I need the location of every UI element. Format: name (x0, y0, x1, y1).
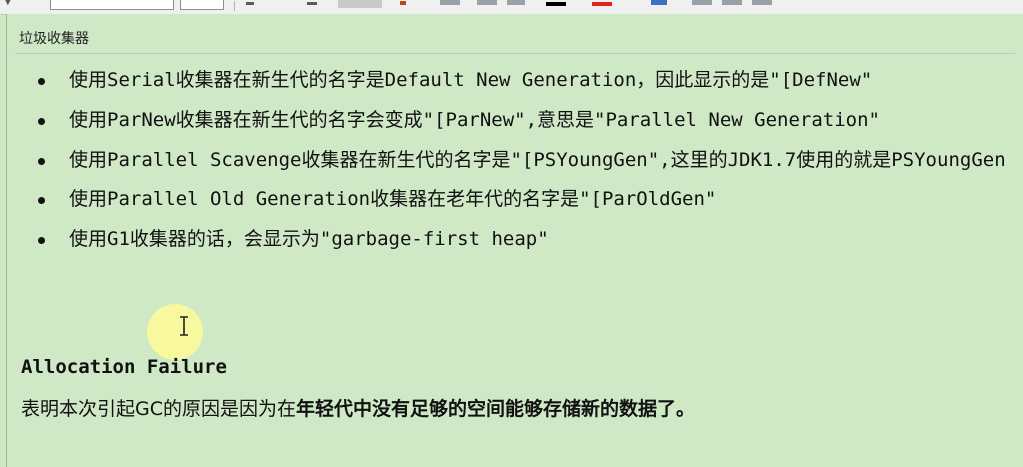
attach-icon[interactable] (722, 0, 742, 5)
bullet-dot-icon (38, 78, 45, 85)
section-body-text: 表明本次引起GC的原因是因为在 (21, 398, 296, 420)
indent-icon[interactable] (477, 0, 497, 5)
cursor-highlight (147, 304, 203, 360)
bullet-dot-icon (38, 158, 45, 165)
list-item: 使用G1收集器的话，会显示为"garbage-first heap" (7, 227, 1023, 252)
insert-icon[interactable] (651, 0, 667, 5)
bold-icon[interactable] (246, 2, 254, 5)
section-body: 表明本次引起GC的原因是因为在年轻代中没有足够的空间能够存储新的数据了。 (21, 394, 695, 421)
italic-icon[interactable] (307, 2, 317, 5)
bullet-dot-icon (38, 237, 45, 244)
note-panel: 垃圾收集器 使用Serial收集器在新生代的名字是Default New Gen… (6, 14, 1023, 467)
more-icon[interactable] (752, 0, 772, 5)
section-heading: Allocation Failure (21, 356, 227, 378)
list-item-text: 使用G1收集器的话，会显示为"garbage-first heap" (69, 228, 549, 250)
text-cursor-icon (180, 316, 188, 336)
section-body-emphasis: 年轻代中没有足够的空间能够存储新的数据了。 (296, 398, 696, 420)
list-item: 使用ParNew收集器在新生代的名字会变成"[ParNew",意思是"Paral… (7, 108, 1023, 133)
toolbar: ▼ (0, 0, 1023, 15)
gc-name-list: 使用Serial收集器在新生代的名字是Default New Generatio… (7, 68, 1023, 267)
list-icon[interactable] (440, 0, 460, 5)
page-title: 垃圾收集器 (19, 31, 89, 47)
outdent-icon[interactable] (507, 0, 525, 5)
title-divider (15, 53, 1015, 54)
list-item-text: 使用Parallel Old Generation收集器在老年代的名字是"[Pa… (69, 188, 717, 210)
list-item: 使用Parallel Scavenge收集器在新生代的名字是"[PSYoungG… (7, 148, 1023, 173)
text-color-red-icon[interactable] (592, 2, 612, 6)
bullet-dot-icon (38, 118, 45, 125)
list-item: 使用Serial收集器在新生代的名字是Default New Generatio… (7, 68, 1023, 93)
list-item-text: 使用Parallel Scavenge收集器在新生代的名字是"[PSYoungG… (69, 149, 1006, 171)
toolbar-divider (234, 1, 235, 11)
highlight-icon[interactable] (400, 1, 406, 5)
text-color-black-icon[interactable] (546, 2, 566, 6)
font-size-input[interactable] (180, 0, 224, 10)
list-item: 使用Parallel Old Generation收集器在老年代的名字是"[Pa… (7, 187, 1023, 212)
link-icon[interactable] (692, 0, 712, 5)
dropdown-arrow-icon[interactable]: ▼ (4, 0, 16, 8)
format-icon[interactable] (338, 0, 382, 8)
list-item-text: 使用ParNew收集器在新生代的名字会变成"[ParNew",意思是"Paral… (69, 109, 880, 131)
list-item-text: 使用Serial收集器在新生代的名字是Default New Generatio… (69, 69, 873, 91)
font-name-input[interactable] (50, 0, 174, 10)
bullet-dot-icon (38, 197, 45, 204)
